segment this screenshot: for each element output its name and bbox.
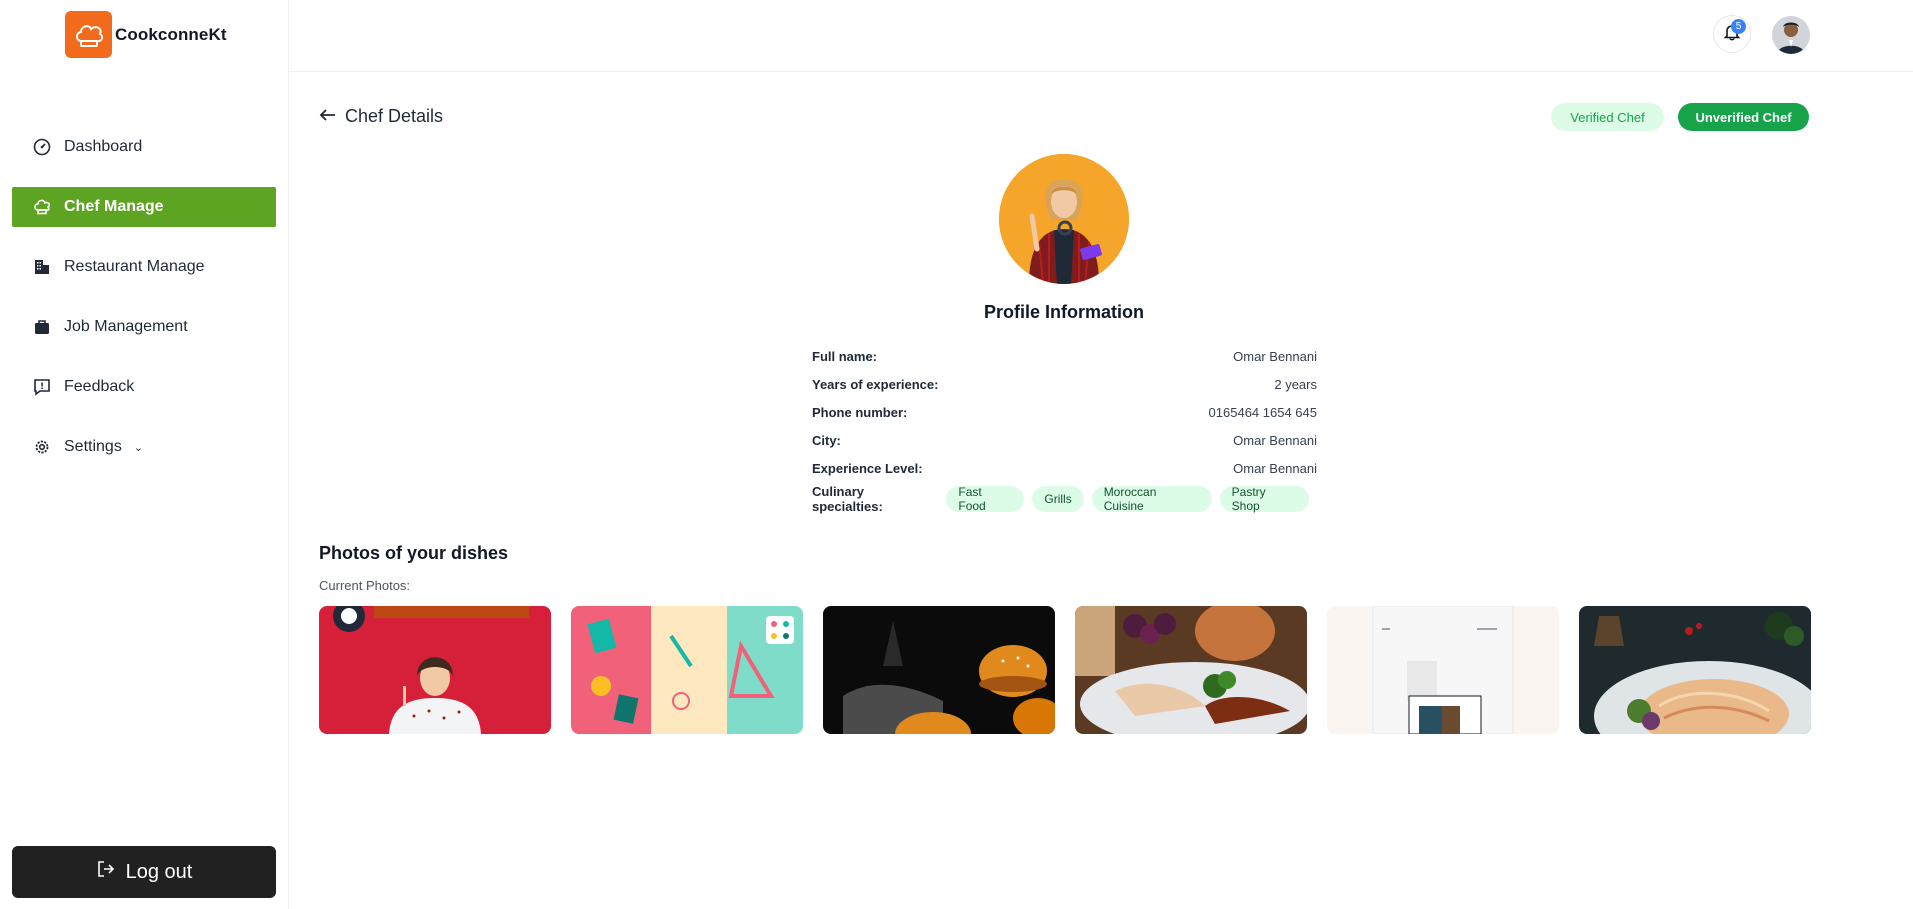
sidebar: CookconneKt Dashboard Chef Manage Restau… — [0, 0, 289, 909]
verified-chef-button[interactable]: Verified Chef — [1551, 103, 1664, 131]
specialty-tag: Fast Food — [946, 485, 1025, 513]
info-value: 2 years — [1274, 376, 1317, 392]
info-label: Full name: — [812, 348, 878, 364]
sidebar-item-restaurant-manage[interactable]: Restaurant Manage — [12, 247, 276, 287]
info-value: Omar Bennani — [1233, 460, 1317, 476]
user-avatar[interactable] — [1772, 16, 1810, 54]
building-icon — [32, 257, 52, 277]
logout-button[interactable]: Log out — [12, 846, 276, 898]
info-row-experience-years: Years of experience: 2 years — [812, 370, 1317, 398]
sidebar-item-label: Job Management — [64, 318, 188, 335]
photos-subheading: Current Photos: — [319, 578, 411, 593]
logout-label: Log out — [125, 860, 193, 883]
specialty-tag: Moroccan Cuisine — [1091, 485, 1212, 513]
profile-information-heading: Profile Information — [983, 302, 1144, 322]
feedback-icon — [32, 377, 52, 397]
sidebar-item-label: Feedback — [64, 378, 135, 395]
info-label: Experience Level: — [812, 460, 923, 476]
photo-gallery — [319, 606, 1811, 734]
gear-icon — [32, 437, 52, 457]
profile-info: Full name: Omar Bennani Years of experie… — [812, 342, 1317, 515]
info-row-phone: Phone number: 0165464 1654 645 — [812, 398, 1317, 426]
dish-photo[interactable] — [1327, 606, 1559, 734]
app-name: CookconneKt — [115, 24, 227, 44]
notification-button[interactable]: 5 — [1713, 15, 1751, 53]
sidebar-item-label: Restaurant Manage — [64, 258, 205, 275]
info-row-full-name: Full name: Omar Bennani — [812, 342, 1317, 370]
info-label: Culinary specialties: — [812, 484, 883, 514]
dish-photo[interactable] — [1579, 606, 1811, 734]
top-header — [289, 0, 1913, 72]
sidebar-item-chef-manage[interactable]: Chef Manage — [12, 187, 276, 227]
back-link[interactable]: Chef Details — [319, 106, 443, 127]
sidebar-item-dashboard[interactable]: Dashboard — [12, 127, 276, 167]
info-row-specialties: Culinary specialties: Fast Food Grills M… — [812, 483, 1317, 515]
info-row-experience-level: Experience Level: Omar Bennani — [812, 454, 1317, 482]
specialty-tag: Grills — [1032, 486, 1084, 512]
sidebar-item-label: Chef Manage — [64, 198, 164, 215]
dish-photo[interactable] — [571, 606, 803, 734]
sidebar-item-feedback[interactable]: Feedback — [12, 367, 276, 407]
logout-icon — [96, 859, 116, 885]
info-value: Omar Bennani — [1233, 348, 1317, 364]
dish-photo[interactable] — [823, 606, 1055, 734]
sidebar-item-label: Settings — [64, 438, 122, 455]
app-logo[interactable]: CookconneKt — [65, 11, 227, 58]
chevron-down-icon[interactable]: ⌄ — [134, 441, 143, 454]
dish-photo[interactable] — [1075, 606, 1307, 734]
info-label: Phone number: — [812, 404, 908, 420]
chef-hat-logo-icon — [65, 11, 112, 58]
info-label: City: — [812, 432, 841, 448]
info-value: 0165464 1654 645 — [1208, 404, 1317, 420]
sidebar-item-job-management[interactable]: Job Management — [12, 307, 276, 347]
sidebar-item-settings[interactable]: Settings ⌄ — [12, 427, 276, 467]
photos-heading: Photos of your dishes — [319, 543, 509, 563]
chef-hat-icon — [32, 197, 52, 217]
unverified-chef-button[interactable]: Unverified Chef — [1678, 103, 1809, 131]
chef-profile-photo — [999, 154, 1129, 284]
sidebar-item-label: Dashboard — [64, 138, 143, 155]
page-title: Chef Details — [345, 106, 444, 126]
info-value: Omar Bennani — [1233, 432, 1317, 448]
notification-badge: 5 — [1731, 19, 1746, 34]
info-row-city: City: Omar Bennani — [812, 426, 1317, 454]
arrow-left-icon — [319, 106, 337, 127]
dish-photo[interactable] — [319, 606, 551, 734]
gauge-icon — [32, 137, 52, 157]
briefcase-icon — [32, 317, 52, 337]
sidebar-nav: Dashboard Chef Manage Restaurant Manage … — [12, 127, 276, 487]
info-label: Years of experience: — [812, 376, 939, 392]
specialty-tag: Pastry Shop — [1219, 485, 1309, 513]
